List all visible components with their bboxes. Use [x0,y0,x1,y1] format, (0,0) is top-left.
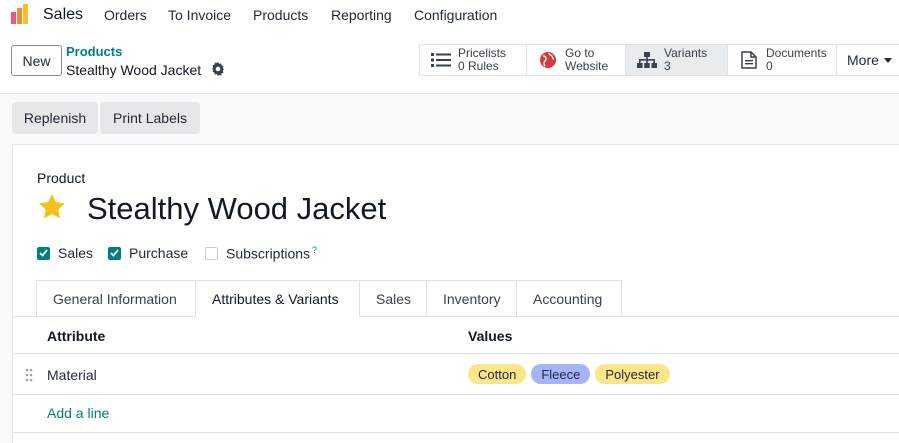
attribute-cell[interactable]: Material [47,367,97,383]
top-navbar: Sales Orders To Invoice Products Reporti… [0,0,899,30]
drag-handle-icon[interactable] [25,368,33,382]
pricelists-value: 0 Rules [458,59,499,73]
menu-orders[interactable]: Orders [104,7,147,23]
favorite-star-icon[interactable] [37,192,67,222]
checkbox-unchecked-icon [205,246,218,260]
gear-icon[interactable] [211,62,225,76]
values-tags: Cotton Fleece Polyester [468,364,670,384]
tab-attributes-variants[interactable]: Attributes & Variants [196,280,360,317]
sales-checkbox[interactable]: Sales [37,245,93,261]
form-sheet: Product Stealthy Wood Jacket Sales Purch… [12,144,899,443]
more-dropdown-button[interactable]: More [836,44,899,76]
tab-sales[interactable]: Sales [360,280,427,317]
product-name-field[interactable]: Stealthy Wood Jacket [87,191,386,227]
help-tooltip-icon[interactable]: ? [312,245,317,255]
tab-accounting[interactable]: Accounting [517,280,622,317]
sitemap-icon [636,51,658,69]
subscriptions-checkbox-label: Subscriptions? [226,245,318,262]
tab-general-information[interactable]: General Information [36,280,196,317]
documents-smart-button[interactable]: Documents 0 [727,44,837,76]
go-to-website-smart-button[interactable]: Go to Website [526,44,626,76]
tag-polyester[interactable]: Polyester [595,364,670,384]
website-label: Website [565,59,609,73]
product-label: Product [37,170,86,186]
checkbox-checked-icon [37,246,50,260]
sales-checkbox-label: Sales [58,245,94,261]
purchase-checkbox[interactable]: Purchase [108,245,188,261]
table-bottom-divider [13,432,899,433]
variants-smart-button[interactable]: Variants 3 [625,44,728,76]
checkbox-checked-icon [108,246,121,260]
documents-label: Documents [766,46,827,60]
print-labels-button[interactable]: Print Labels [100,102,200,134]
control-panel: New Products Stealthy Wood Jacket Pricel… [0,30,899,94]
caret-down-icon [883,57,892,63]
notebook-tabs: General Information Attributes & Variant… [36,280,622,317]
more-label: More [847,52,879,68]
menu-configuration[interactable]: Configuration [414,7,497,23]
breadcrumb-products[interactable]: Products [66,44,122,59]
subscriptions-checkbox[interactable]: Subscriptions? [205,245,317,262]
tab-inventory[interactable]: Inventory [427,280,517,317]
tag-cotton[interactable]: Cotton [468,364,527,384]
column-header-attribute[interactable]: Attribute [47,328,105,344]
table-row[interactable]: Material Cotton Fleece Polyester [13,355,899,395]
pricelists-smart-button[interactable]: Pricelists 0 Rules [419,44,527,76]
table-header: Attribute Values [13,317,899,354]
list-icon [430,51,452,69]
purchase-checkbox-label: Purchase [129,245,189,261]
column-header-values[interactable]: Values [468,328,512,344]
add-a-line-link[interactable]: Add a line [47,405,109,421]
globe-icon [537,51,559,69]
app-name[interactable]: Sales [43,6,83,24]
menu-to-invoice[interactable]: To Invoice [168,7,231,23]
tag-fleece[interactable]: Fleece [531,364,591,384]
replenish-button[interactable]: Replenish [12,102,98,134]
app-logo-icon[interactable] [11,4,33,24]
menu-products[interactable]: Products [253,7,308,23]
documents-count: 0 [766,59,773,73]
breadcrumb-current-record: Stealthy Wood Jacket [66,62,202,78]
document-icon [738,51,760,69]
variants-count: 3 [664,59,671,73]
menu-reporting[interactable]: Reporting [331,7,392,23]
new-button[interactable]: New [11,45,62,76]
